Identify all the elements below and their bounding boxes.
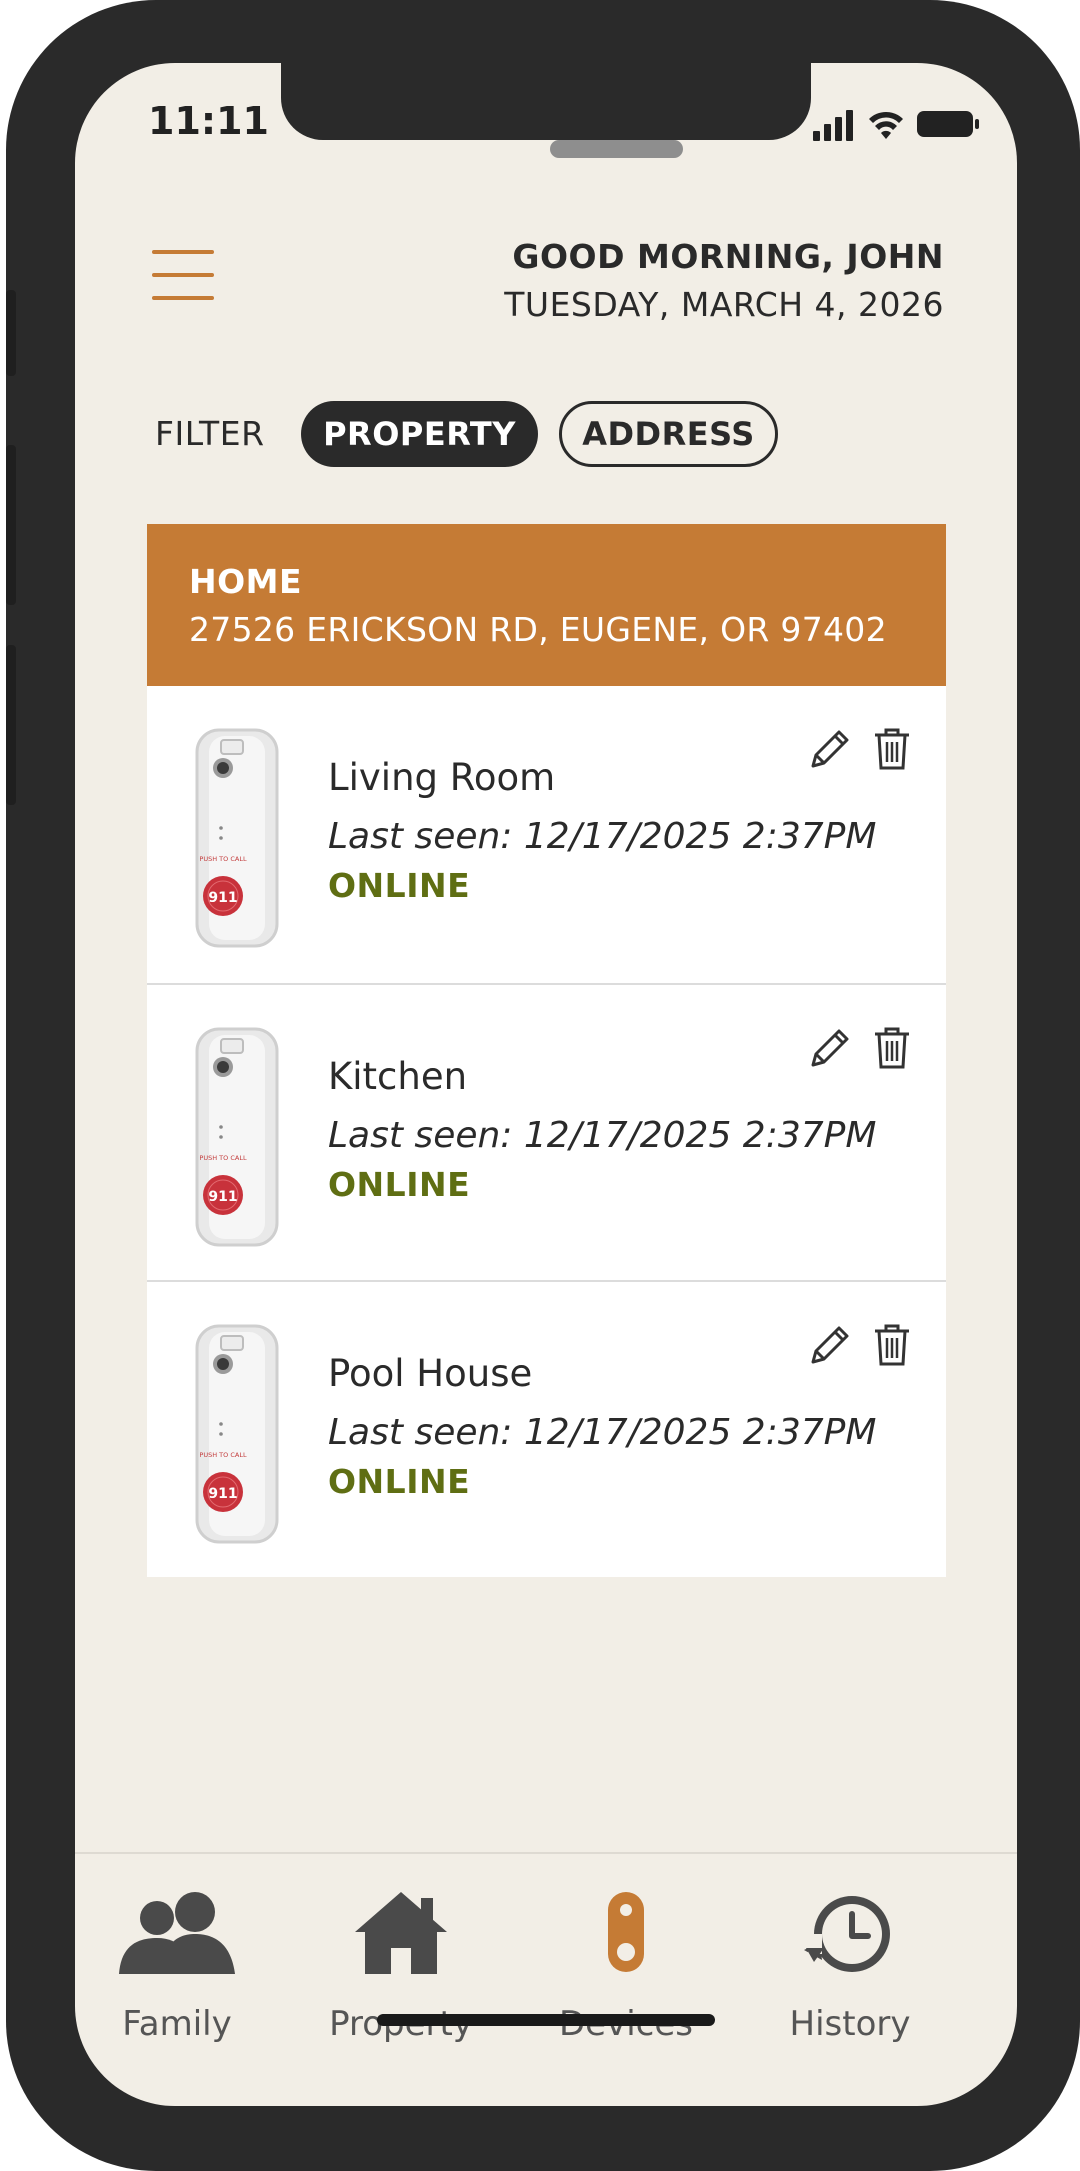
filter-label: FILTER [155, 414, 265, 453]
device-button-label: 911 [208, 1486, 237, 1502]
edit-pencil-icon[interactable] [807, 726, 853, 772]
svg-text:PUSH TO CALL: PUSH TO CALL [199, 1154, 247, 1162]
hamburger-line [152, 273, 214, 277]
edit-pencil-icon[interactable] [807, 1025, 853, 1071]
nav-history[interactable]: History [750, 1854, 950, 2054]
filter-address-button[interactable]: ADDRESS [559, 401, 778, 467]
bottom-navigation: Family Property Devices [75, 1852, 1017, 2106]
device-name: Pool House [328, 1352, 533, 1395]
device-status: ONLINE [328, 1165, 471, 1204]
device-status: ONLINE [328, 1462, 471, 1501]
svg-text:PUSH TO CALL: PUSH TO CALL [199, 855, 247, 863]
device-card[interactable]: PUSH TO CALL 911 Living Room Last seen: … [147, 686, 946, 983]
property-header[interactable]: HOME 27526 ERICKSON RD, EUGENE, OR 97402 [147, 524, 946, 686]
delete-trash-icon[interactable] [869, 1025, 915, 1071]
nav-label: History [789, 2004, 911, 2044]
greeting-block: GOOD MORNING, JOHN TUESDAY, MARCH 4, 202… [504, 233, 944, 329]
menu-button[interactable] [152, 250, 214, 300]
device-last-seen: Last seen: 12/17/2025 2:37PM [328, 816, 877, 857]
battery-icon [917, 111, 979, 137]
device-last-seen: Last seen: 12/17/2025 2:37PM [328, 1412, 877, 1453]
app-screen: 11:11 GOOD MORNING, JOHN TUESDAY, MARCH … [75, 63, 1017, 2106]
panic-button-device-image: PUSH TO CALL 911 [195, 728, 279, 948]
device-button-label: 911 [208, 1189, 237, 1205]
status-icons [813, 110, 979, 141]
date-text: TUESDAY, MARCH 4, 2026 [504, 285, 944, 324]
panic-button-device-image: PUSH TO CALL 911 [195, 1027, 279, 1247]
device-button-label: 911 [208, 890, 237, 906]
device-status: ONLINE [328, 866, 471, 905]
svg-text:PUSH TO CALL: PUSH TO CALL [199, 1451, 247, 1459]
status-time: 11:11 [148, 99, 269, 143]
volume-down-button [6, 645, 16, 805]
volume-up-button [6, 445, 16, 605]
device-card[interactable]: PUSH TO CALL 911 Pool House Last seen: 1… [147, 1280, 946, 1577]
greeting-text: GOOD MORNING, JOHN [512, 237, 944, 276]
history-icon [804, 1896, 890, 1972]
house-icon [355, 1892, 447, 1974]
device-last-seen: Last seen: 12/17/2025 2:37PM [328, 1115, 877, 1156]
wifi-icon [869, 111, 903, 139]
home-indicator [377, 2014, 715, 2026]
hamburger-icon [152, 250, 214, 254]
device-name: Kitchen [328, 1055, 468, 1098]
property-address: 27526 ERICKSON RD, EUGENE, OR 97402 [189, 610, 887, 649]
delete-trash-icon[interactable] [869, 726, 915, 772]
device-name: Living Room [328, 756, 556, 799]
mute-switch [6, 290, 16, 376]
filter-property-button[interactable]: PROPERTY [301, 401, 538, 467]
signal-icon [813, 110, 853, 141]
property-name: HOME [189, 562, 303, 601]
notch [281, 63, 811, 140]
family-icon [119, 1892, 235, 1974]
hamburger-line [152, 296, 214, 300]
device-icon [608, 1892, 644, 1972]
edit-pencil-icon[interactable] [807, 1322, 853, 1368]
phone-frame: 11:11 GOOD MORNING, JOHN TUESDAY, MARCH … [6, 0, 1080, 2171]
device-card[interactable]: PUSH TO CALL 911 Kitchen Last seen: 12/1… [147, 983, 946, 1280]
speaker [550, 140, 683, 158]
nav-family[interactable]: Family [77, 1854, 277, 2054]
nav-label: Family [122, 2004, 232, 2044]
panic-button-device-image: PUSH TO CALL 911 [195, 1324, 279, 1544]
delete-trash-icon[interactable] [869, 1322, 915, 1368]
